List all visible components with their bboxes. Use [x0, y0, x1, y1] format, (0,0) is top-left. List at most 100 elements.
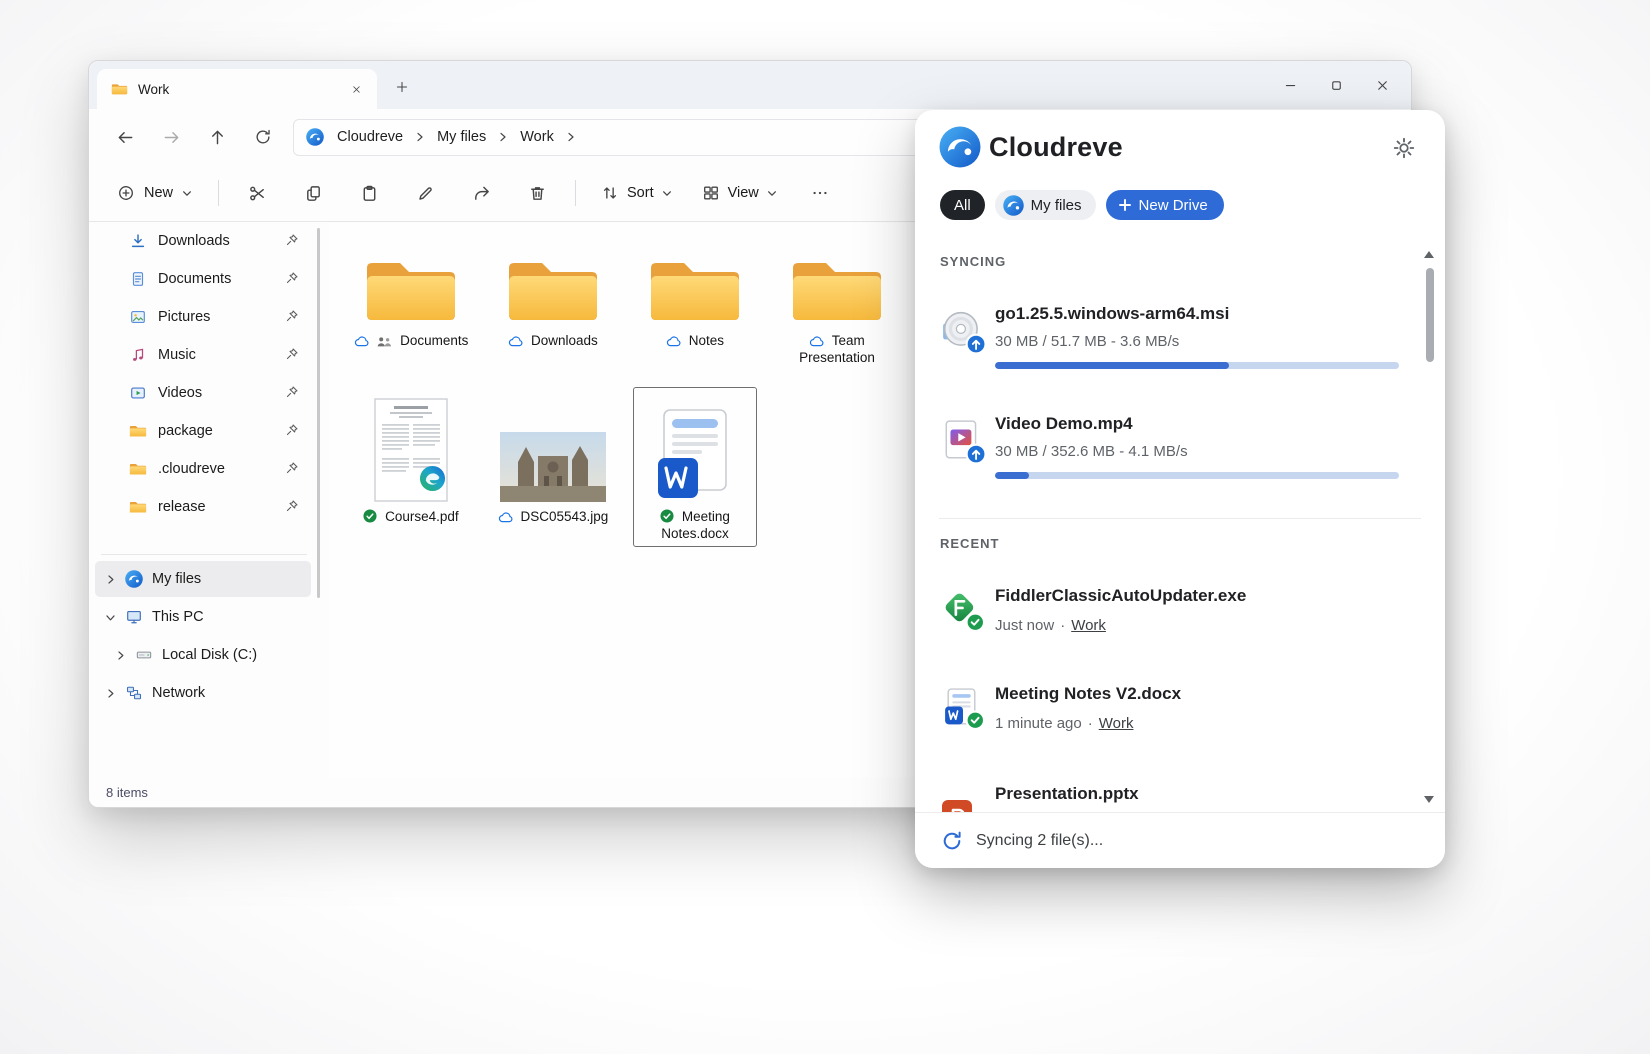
sidebar-item-release[interactable]: release — [95, 490, 311, 524]
folder-icon — [646, 254, 744, 326]
progress-bar — [995, 472, 1399, 479]
documents-icon — [129, 270, 147, 288]
chevron-right-icon — [416, 131, 424, 143]
forward-button[interactable] — [155, 121, 187, 153]
sidebar-item-pictures[interactable]: Pictures — [95, 300, 311, 334]
sidebar-item-label: .cloudreve — [158, 461, 225, 477]
breadcrumb-item-my-files[interactable]: My files — [433, 126, 490, 148]
rename-button[interactable] — [401, 175, 449, 211]
settings-gear-icon[interactable] — [1393, 137, 1415, 159]
folder-name: Documents — [400, 333, 468, 348]
network-icon — [125, 684, 143, 702]
chevron-down-icon — [662, 190, 672, 197]
synced-check-icon — [363, 509, 377, 523]
item-count: 8 items — [106, 785, 148, 800]
sync-item-video[interactable]: Video Demo.mp4 30 MB / 352.6 MB - 4.1 MB… — [940, 414, 1403, 504]
folder-name: Notes — [689, 333, 724, 348]
file-name: go1.25.5.windows-arm64.msi — [995, 304, 1403, 324]
filter-chips: All My files New Drive — [940, 190, 1224, 220]
more-options-button[interactable] — [796, 175, 844, 211]
new-tab-button[interactable] — [387, 74, 417, 100]
sidebar-item-videos[interactable]: Videos — [95, 376, 311, 410]
folder-tile-documents[interactable]: Documents — [349, 247, 473, 367]
cloud-status-icon — [508, 336, 523, 347]
refresh-button[interactable] — [247, 121, 279, 153]
scroll-down-icon[interactable] — [1424, 796, 1434, 803]
back-button[interactable] — [109, 121, 141, 153]
view-button[interactable]: View — [691, 176, 788, 210]
time-ago: Just now — [995, 617, 1054, 634]
recent-item-fiddler[interactable]: FiddlerClassicAutoUpdater.exe Just now ·… — [940, 586, 1403, 642]
pin-icon — [285, 385, 299, 399]
sidebar-item-cloudreve-folder[interactable]: .cloudreve — [95, 452, 311, 486]
breadcrumb-item-cloudreve[interactable]: Cloudreve — [333, 126, 407, 148]
recent-item-meeting-notes[interactable]: Meeting Notes V2.docx 1 minute ago · Wor… — [940, 684, 1403, 740]
chip-label: New Drive — [1139, 197, 1208, 214]
cloudreve-logo-icon — [125, 570, 143, 588]
file-name: Presentation.pptx — [995, 784, 1403, 804]
sidebar-item-this-pc[interactable]: This PC — [95, 599, 311, 635]
meta-separator: · — [1088, 715, 1093, 732]
location-link[interactable]: Work — [1099, 715, 1134, 732]
tab-strip: Work — [89, 61, 1411, 109]
file-name: DSC05543.jpg — [520, 509, 608, 524]
progress-fill — [995, 362, 1229, 369]
cloud-status-icon — [498, 512, 513, 523]
chevron-right-icon — [105, 688, 116, 699]
chip-label: All — [954, 197, 971, 214]
folder-icon — [788, 254, 886, 326]
tab-work[interactable]: Work — [97, 69, 377, 109]
sort-button[interactable]: Sort — [590, 176, 683, 210]
sidebar-item-documents[interactable]: Documents — [95, 262, 311, 296]
close-button[interactable] — [1359, 61, 1405, 109]
plus-circle-icon — [117, 184, 135, 202]
sidebar-item-package[interactable]: package — [95, 414, 311, 448]
sidebar-item-my-files[interactable]: My files — [95, 561, 311, 597]
cloudreve-panel: Cloudreve All My files New Drive SYNCING — [915, 110, 1445, 868]
folder-tile-downloads[interactable]: Downloads — [491, 247, 615, 367]
paste-button[interactable] — [345, 175, 393, 211]
file-tile-course4-pdf[interactable]: Course4.pdf — [349, 387, 473, 547]
section-divider — [939, 518, 1421, 519]
copy-button[interactable] — [289, 175, 337, 211]
delete-button[interactable] — [513, 175, 561, 211]
folder-icon — [129, 462, 147, 476]
new-button[interactable]: New — [105, 176, 204, 210]
recent-item-presentation[interactable]: Presentation.pptx — [940, 784, 1403, 812]
pin-icon — [285, 423, 299, 437]
sidebar-item-local-disk[interactable]: Local Disk (C:) — [95, 637, 311, 673]
meta-separator: · — [1060, 617, 1065, 634]
sidebar-item-label: Documents — [158, 271, 231, 287]
sidebar-item-music[interactable]: Music — [95, 338, 311, 372]
time-ago: 1 minute ago — [995, 715, 1082, 732]
up-button[interactable] — [201, 121, 233, 153]
pin-icon — [285, 233, 299, 247]
sidebar-item-label: My files — [152, 571, 201, 587]
folder-tile-team-presentation[interactable]: Team Presentation — [775, 247, 899, 367]
recent-section-header: RECENT — [940, 536, 999, 551]
scroll-up-icon[interactable] — [1424, 251, 1434, 258]
panel-scrollbar[interactable] — [1426, 268, 1434, 362]
breadcrumb-item-work[interactable]: Work — [516, 126, 558, 148]
folder-tile-notes[interactable]: Notes — [633, 247, 757, 367]
sidebar-item-network[interactable]: Network — [95, 675, 311, 711]
sidebar-item-label: Local Disk (C:) — [162, 647, 257, 663]
tab-close-icon[interactable] — [345, 78, 367, 100]
minimize-button[interactable] — [1267, 61, 1313, 109]
file-name: FiddlerClassicAutoUpdater.exe — [995, 586, 1403, 606]
new-drive-button[interactable]: New Drive — [1106, 190, 1224, 220]
chip-all[interactable]: All — [940, 190, 985, 220]
chip-my-files[interactable]: My files — [995, 190, 1096, 220]
cut-button[interactable] — [233, 175, 281, 211]
view-button-label: View — [728, 185, 759, 201]
file-tile-dsc05543-jpg[interactable]: DSC05543.jpg — [491, 387, 615, 547]
sidebar-scrollbar[interactable] — [317, 228, 320, 598]
file-meta: 1 minute ago · Work — [995, 715, 1133, 732]
maximize-button[interactable] — [1313, 61, 1359, 109]
file-tile-meeting-notes-docx[interactable]: Meeting Notes.docx — [633, 387, 757, 547]
share-button[interactable] — [457, 175, 505, 211]
location-link[interactable]: Work — [1071, 617, 1106, 634]
sidebar-item-downloads[interactable]: Downloads — [95, 224, 311, 258]
view-icon — [702, 184, 720, 202]
sync-item-msi[interactable]: go1.25.5.windows-arm64.msi 30 MB / 51.7 … — [940, 304, 1403, 394]
